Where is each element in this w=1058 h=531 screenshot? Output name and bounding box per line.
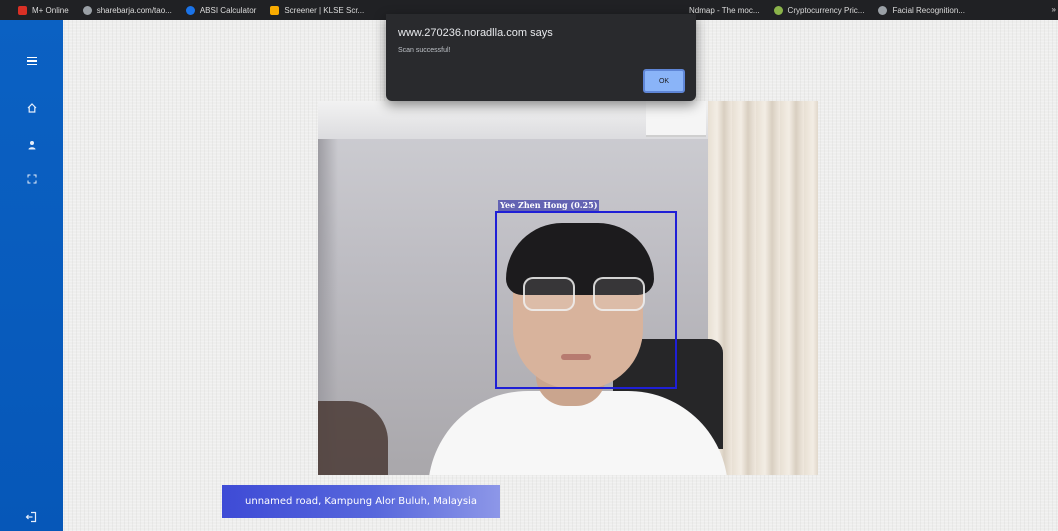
dialog-message: Scan successful! bbox=[398, 47, 451, 54]
scan-icon[interactable] bbox=[0, 171, 63, 189]
globe-icon bbox=[878, 5, 888, 15]
bookmark-label: Facial Recognition... bbox=[892, 5, 965, 15]
curtain bbox=[708, 101, 818, 475]
bookmark-label: Screener | KLSE Scr... bbox=[284, 5, 365, 15]
user-icon[interactable] bbox=[0, 137, 63, 155]
bookmark-label: Ndmap - The moc... bbox=[689, 5, 760, 15]
location-text: unnamed road, Kampung Alor Buluh, Malays… bbox=[245, 496, 477, 507]
bookmark-label: M+ Online bbox=[32, 5, 69, 15]
bookmarks-overflow-button[interactable]: » bbox=[1052, 5, 1056, 14]
bookmark-label: sharebarja.com/tao... bbox=[96, 5, 172, 15]
bookmark-label: Cryptocurrency Pric... bbox=[787, 5, 865, 15]
face-detection-label: Yee Zhen Hong (0.25) bbox=[498, 200, 600, 211]
logout-icon[interactable] bbox=[19, 505, 43, 529]
bed-headboard bbox=[318, 401, 388, 475]
globe-icon bbox=[82, 5, 92, 15]
bookmark-ndmap[interactable]: Ndmap - The moc... bbox=[689, 6, 760, 15]
sidebar bbox=[0, 20, 63, 531]
bookmark-sharebarja[interactable]: sharebarja.com/tao... bbox=[82, 5, 172, 15]
ok-button[interactable]: OK bbox=[643, 69, 685, 93]
bookmark-label: ABSI Calculator bbox=[199, 5, 257, 15]
bookmark-facial-recognition[interactable]: Facial Recognition... bbox=[878, 5, 965, 15]
camera-feed: Yee Zhen Hong (0.25) bbox=[318, 101, 818, 475]
calculator-icon bbox=[185, 5, 195, 15]
bookmark-cryptocurrency[interactable]: Cryptocurrency Pric... bbox=[773, 5, 865, 15]
bookmark-screener[interactable]: Screener | KLSE Scr... bbox=[270, 5, 365, 15]
air-conditioner bbox=[646, 101, 706, 137]
face-detection-box bbox=[495, 211, 677, 389]
home-icon[interactable] bbox=[0, 100, 63, 118]
bookmark-absi-calculator[interactable]: ABSI Calculator bbox=[185, 5, 257, 15]
crypto-icon bbox=[773, 5, 783, 15]
screener-icon bbox=[270, 5, 280, 15]
location-banner: unnamed road, Kampung Alor Buluh, Malays… bbox=[222, 485, 500, 518]
bookmarks-right-group: Ndmap - The moc... Cryptocurrency Pric..… bbox=[689, 0, 979, 20]
alert-dialog: www.270236.noradlla.com says Scan succes… bbox=[386, 14, 696, 101]
hamburger-menu-icon[interactable] bbox=[0, 54, 63, 72]
bookmark-m-plus-online[interactable]: M+ Online bbox=[18, 5, 69, 15]
dialog-title: www.270236.noradlla.com says bbox=[398, 27, 553, 39]
m-plus-icon bbox=[18, 5, 27, 15]
